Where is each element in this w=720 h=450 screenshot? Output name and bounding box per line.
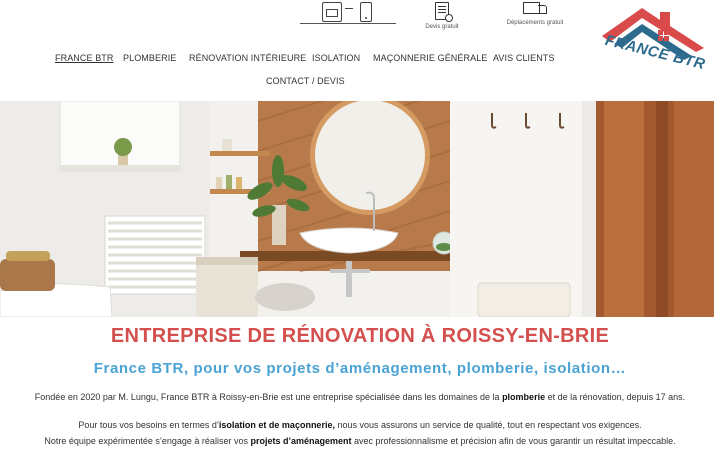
nav-item-plomberie[interactable]: PLOMBERIE (123, 53, 176, 63)
nav-item-renovation-interieure[interactable]: RÉNOVATION INTÉRIEURE (189, 53, 306, 63)
paragraph-highlight: isolation et de maçonnerie, (218, 420, 335, 430)
nav-item-france-btr[interactable]: FRANCE BTR (55, 53, 114, 63)
paragraph-text: nous vous assurons un service de qualité… (334, 420, 642, 430)
paragraph-highlight: projets d’aménagement (250, 436, 352, 446)
site-logo[interactable]: FRANCE BTR (600, 4, 712, 74)
nav-item-isolation[interactable]: ISOLATION (312, 53, 360, 63)
page-subtitle: France BTR, pour vos projets d’aménageme… (93, 360, 627, 377)
page-title: ENTREPRISE DE RÉNOVATION À ROISSY-EN-BRI… (110, 325, 610, 347)
team-paragraph: Notre équipe expérimentée s’engage à réa… (8, 435, 712, 447)
paragraph-highlight: plomberie (502, 392, 546, 402)
divider (345, 8, 353, 9)
contact-icons-bar (300, 0, 396, 24)
paragraph-text: Notre équipe expérimentée s’engage à réa… (44, 436, 251, 446)
paragraph-text: Fondée en 2020 par M. Lungu, France BTR … (34, 392, 503, 402)
paragraph-text: Pour tous vos besoins en termes d’ (78, 420, 219, 430)
feature-devis-gratuit: Devis gratuit (418, 0, 466, 30)
intro-paragraph: Fondée en 2020 par M. Lungu, France BTR … (8, 391, 712, 403)
services-paragraph: Pour tous vos besoins en termes d’isolat… (8, 419, 712, 431)
nav-item-contact-devis[interactable]: CONTACT / DEVIS (266, 76, 345, 86)
nav-item-maconnerie-generale[interactable]: MAÇONNERIE GÉNÉRALE (373, 53, 487, 63)
document-search-icon (435, 2, 453, 22)
feature-label: Déplacements gratuit (506, 20, 564, 26)
feature-label: Devis gratuit (425, 24, 459, 30)
truck-icon (523, 2, 547, 16)
store-icon[interactable] (322, 2, 342, 22)
nav-item-avis-clients[interactable]: AVIS CLIENTS (493, 53, 555, 63)
phone-icon[interactable] (360, 2, 372, 22)
paragraph-text: et de la rénovation, depuis 17 ans. (545, 392, 686, 402)
hero-image (0, 101, 714, 317)
feature-deplacements-gratuit: Déplacements gratuit (497, 0, 573, 26)
bathroom-illustration (0, 101, 714, 317)
paragraph-text: avec professionnalisme et précision afin… (351, 436, 676, 446)
